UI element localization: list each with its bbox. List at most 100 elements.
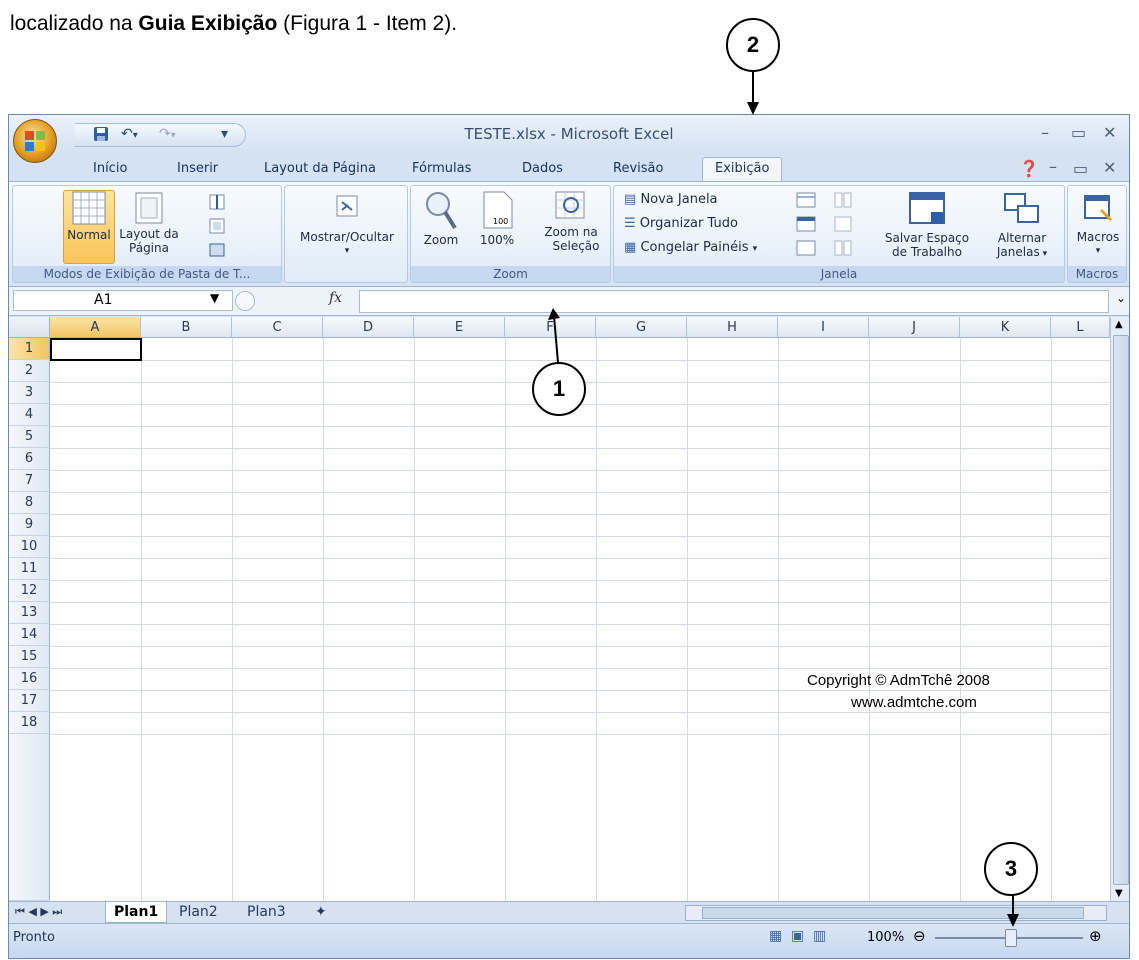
workbook-restore-icon[interactable]: ▭ [1073, 159, 1088, 178]
tab-inicio[interactable]: Início [93, 161, 127, 176]
tab-dados[interactable]: Dados [522, 161, 563, 176]
tab-revisao[interactable]: Revisão [613, 161, 663, 176]
normal-view-button[interactable]: Normal [63, 190, 115, 264]
formula-cancel-icon[interactable] [235, 291, 255, 311]
row-header[interactable]: 1 [9, 338, 50, 360]
column-header[interactable]: H [687, 317, 778, 338]
row-header[interactable]: 5 [9, 426, 50, 448]
column-header[interactable]: J [869, 317, 960, 338]
zoom-100-button[interactable]: 100 100% [473, 190, 521, 247]
name-box-dropdown-icon[interactable]: ▼ [210, 291, 219, 305]
sheet-tab-plan1[interactable]: Plan1 [105, 902, 168, 923]
sheet-tab-plan3[interactable]: Plan3 [247, 902, 286, 922]
row-header[interactable]: 16 [9, 668, 50, 690]
row-header[interactable]: 3 [9, 382, 50, 404]
column-header[interactable]: C [232, 317, 323, 338]
zoom-level[interactable]: 100% [867, 930, 904, 945]
workbook-close-icon[interactable]: ✕ [1103, 158, 1116, 177]
group-label-zoom: Zoom [411, 266, 610, 282]
close-icon[interactable]: ✕ [1103, 123, 1116, 142]
vertical-scrollbar[interactable]: ▲ ▼ [1110, 317, 1129, 901]
row-header[interactable]: 6 [9, 448, 50, 470]
row-header[interactable]: 7 [9, 470, 50, 492]
cell-copyright[interactable]: Copyright © AdmTchê 2008 [807, 672, 990, 689]
arrange-all-button[interactable]: ☰ Organizar Tudo [624, 216, 738, 231]
zoom-button[interactable]: Zoom [419, 190, 463, 247]
macros-button[interactable]: Macros ▾ [1072, 194, 1124, 258]
save-workspace-button[interactable]: Salvar Espaço de Trabalho [872, 190, 982, 259]
workbook-minimize-icon[interactable]: – [1049, 157, 1057, 176]
page-break-preview-icon[interactable] [209, 194, 225, 213]
page-break-status-icon[interactable]: ▥ [813, 928, 826, 944]
row-header[interactable]: 15 [9, 646, 50, 668]
switch-windows-button[interactable]: Alternar Janelas ▾ [986, 190, 1058, 261]
tab-inserir[interactable]: Inserir [177, 161, 218, 176]
reset-position-icon[interactable] [834, 240, 852, 260]
custom-views-icon[interactable] [209, 218, 225, 237]
zoom-slider-thumb[interactable] [1005, 929, 1017, 947]
new-window-icon: ▤ [624, 192, 637, 207]
tab-layout-da-pagina[interactable]: Layout da Página [264, 161, 376, 176]
zoom-in-icon[interactable]: ⊕ [1089, 927, 1102, 945]
column-header[interactable]: B [141, 317, 232, 338]
row-header[interactable]: 10 [9, 536, 50, 558]
column-header[interactable]: D [323, 317, 414, 338]
tab-formulas[interactable]: Fórmulas [412, 161, 471, 176]
macros-label: Macros [1076, 230, 1120, 244]
office-button[interactable] [13, 119, 57, 163]
hide-window-icon[interactable] [796, 216, 816, 236]
expand-formula-bar-icon[interactable]: ⌄ [1116, 291, 1126, 305]
name-box[interactable]: A1 ▼ [13, 290, 233, 311]
page-layout-view-button[interactable]: Layout da Página [117, 192, 181, 255]
selected-cell-a1[interactable] [50, 338, 142, 361]
horizontal-scroll-thumb[interactable] [702, 907, 1084, 919]
column-header[interactable]: K [960, 317, 1051, 338]
show-hide-button[interactable]: Mostrar/Ocultar ▾ [295, 194, 399, 258]
column-header[interactable]: G [596, 317, 687, 338]
help-icon[interactable]: ❓ [1019, 159, 1039, 178]
column-header[interactable]: I [778, 317, 869, 338]
row-header[interactable]: 17 [9, 690, 50, 712]
column-header[interactable]: A [50, 317, 141, 338]
select-all-corner[interactable] [9, 317, 50, 338]
maximize-icon[interactable]: ▭ [1071, 123, 1086, 142]
formula-input[interactable] [359, 290, 1109, 313]
row-header[interactable]: 4 [9, 404, 50, 426]
row-header[interactable]: 11 [9, 558, 50, 580]
row-header[interactable]: 12 [9, 580, 50, 602]
split-icon[interactable] [796, 192, 816, 212]
new-window-button[interactable]: ▤ Nova Janela [624, 192, 718, 207]
sheet-tab-bar: ⏮ ◀ ▶ ⏭ Plan1 Plan2 Plan3 ✦ [9, 901, 1129, 924]
row-header[interactable]: 14 [9, 624, 50, 646]
vertical-scroll-thumb[interactable] [1113, 335, 1129, 885]
freeze-panes-button[interactable]: ▦ Congelar Painéis ▾ [624, 240, 757, 255]
column-header[interactable]: E [414, 317, 505, 338]
scroll-up-icon[interactable]: ▲ [1115, 319, 1123, 330]
normal-view-status-icon[interactable]: ▦ [769, 928, 782, 944]
scroll-down-icon[interactable]: ▼ [1115, 888, 1123, 899]
horizontal-scrollbar[interactable] [685, 905, 1107, 921]
minimize-icon[interactable]: – [1041, 123, 1049, 142]
tab-exibicao[interactable]: Exibição [702, 157, 783, 182]
callout-3: 3 [984, 842, 1038, 896]
insert-function-icon[interactable]: fx [329, 290, 342, 306]
save-workspace-icon [909, 192, 945, 224]
full-screen-icon[interactable] [209, 242, 225, 261]
row-header[interactable]: 2 [9, 360, 50, 382]
row-header[interactable]: 18 [9, 712, 50, 734]
insert-sheet-icon[interactable]: ✦ [315, 902, 327, 922]
row-header[interactable]: 9 [9, 514, 50, 536]
sheet-nav-icons[interactable]: ⏮ ◀ ▶ ⏭ [15, 902, 62, 922]
sync-scroll-icon[interactable] [834, 216, 852, 236]
row-header[interactable]: 13 [9, 602, 50, 624]
sheet-tab-plan2[interactable]: Plan2 [179, 902, 218, 922]
cell-website[interactable]: www.admtche.com [851, 694, 977, 711]
zoom-selection-icon [555, 191, 585, 219]
column-header[interactable]: L [1051, 317, 1110, 338]
page-layout-status-icon[interactable]: ▣ [791, 928, 804, 944]
zoom-out-icon[interactable]: ⊖ [913, 927, 926, 945]
unhide-window-icon[interactable] [796, 240, 816, 260]
side-by-side-icon[interactable] [834, 192, 852, 212]
row-header[interactable]: 8 [9, 492, 50, 514]
zoom-selection-button[interactable]: Zoom na Seleção [539, 190, 603, 253]
